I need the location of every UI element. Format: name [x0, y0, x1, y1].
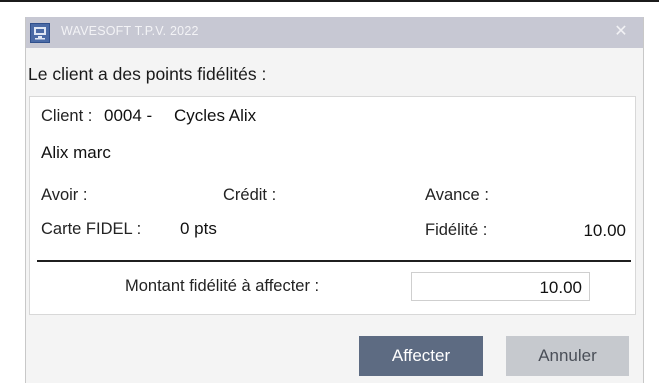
client-label: Client : — [41, 107, 93, 125]
top-border-line — [0, 0, 659, 2]
fidelite-label: Fidélité : — [425, 221, 488, 239]
fidelite-value: 10.00 — [583, 221, 626, 240]
amount-label: Montant fidélité à affecter : — [125, 277, 320, 295]
dialog-window: WAVESOFT T.P.V. 2022 ✕ Le client a des p… — [25, 17, 644, 383]
credit-label: Crédit : — [223, 186, 277, 204]
affect-button[interactable]: Affecter — [359, 336, 483, 376]
client-name: Cycles Alix — [174, 106, 257, 125]
title-bar[interactable]: WAVESOFT T.P.V. 2022 ✕ — [26, 17, 643, 48]
avance-label: Avance : — [425, 186, 489, 204]
carte-fidel-label: Carte FIDEL : — [41, 220, 142, 238]
cancel-button[interactable]: Annuler — [506, 336, 629, 376]
prompt-text: Le client a des points fidélités : — [28, 64, 267, 84]
avoir-label: Avoir : — [41, 186, 88, 204]
separator-line — [37, 260, 631, 262]
carte-fidel-value: 0 pts — [180, 219, 217, 238]
client-contact: Alix marc — [41, 143, 111, 162]
app-icon — [30, 23, 50, 43]
client-code: 0004 - — [104, 106, 153, 125]
window-title: WAVESOFT T.P.V. 2022 — [61, 24, 199, 38]
amount-input[interactable] — [411, 272, 590, 301]
client-info-panel: Client : 0004 - Cycles Alix Alix marc Av… — [29, 96, 636, 315]
close-icon[interactable]: ✕ — [612, 23, 630, 41]
